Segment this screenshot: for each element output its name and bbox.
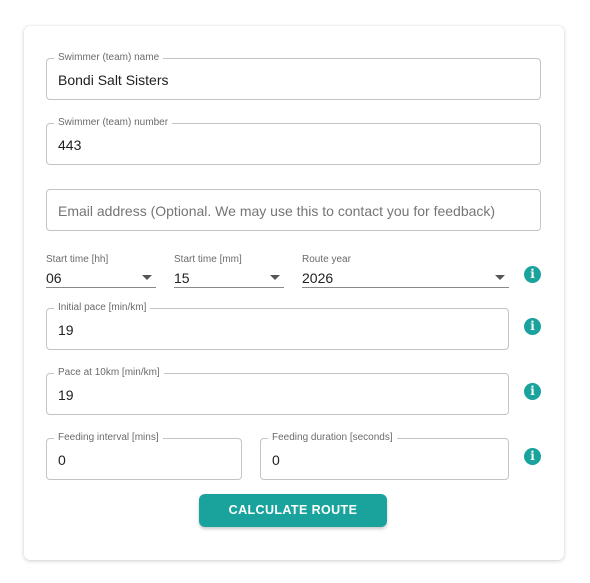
feeding-duration-value[interactable]: 0 — [272, 451, 280, 469]
route-year-select[interactable]: Route year 2026 — [302, 254, 509, 288]
info-icon[interactable]: i — [524, 318, 541, 335]
feeding-duration-field[interactable]: Feeding duration [seconds] 0 — [260, 432, 509, 480]
email-placeholder[interactable]: Email address (Optional. We may use this… — [58, 202, 495, 220]
initial-pace-field[interactable]: Initial pace [min/km] 19 — [46, 302, 509, 350]
route-year-value: 2026 — [302, 270, 334, 286]
chevron-down-icon[interactable] — [270, 275, 280, 280]
feeding-interval-value[interactable]: 0 — [58, 451, 66, 469]
chevron-down-icon[interactable] — [142, 275, 152, 280]
start-minute-select[interactable]: Start time [mm] 15 — [174, 254, 284, 288]
info-icon[interactable]: i — [524, 448, 541, 465]
swimmer-name-value[interactable]: Bondi Salt Sisters — [58, 71, 169, 89]
start-hour-select[interactable]: Start time [hh] 06 — [46, 254, 156, 288]
swimmer-name-field[interactable]: Swimmer (team) name Bondi Salt Sisters — [46, 52, 541, 100]
info-icon[interactable]: i — [524, 266, 541, 283]
swimmer-number-field[interactable]: Swimmer (team) number 443 — [46, 117, 541, 165]
calculate-route-button[interactable]: CALCULATE ROUTE — [199, 494, 387, 527]
email-field[interactable]: Email address (Optional. We may use this… — [46, 189, 541, 231]
pace-10km-label: Pace at 10km [min/km] — [54, 367, 164, 379]
swimmer-number-label: Swimmer (team) number — [54, 117, 173, 129]
initial-pace-value[interactable]: 19 — [58, 321, 74, 339]
feeding-interval-label: Feeding interval [mins] — [54, 432, 163, 444]
start-minute-label: Start time [mm] — [174, 254, 242, 265]
initial-pace-label: Initial pace [min/km] — [54, 302, 151, 314]
pace-10km-field[interactable]: Pace at 10km [min/km] 19 — [46, 367, 509, 415]
info-icon[interactable]: i — [524, 383, 541, 400]
start-minute-value: 15 — [174, 270, 190, 286]
route-year-label: Route year — [302, 254, 351, 265]
swimmer-number-value[interactable]: 443 — [58, 136, 81, 154]
chevron-down-icon[interactable] — [495, 275, 505, 280]
start-hour-label: Start time [hh] — [46, 254, 109, 265]
feeding-interval-field[interactable]: Feeding interval [mins] 0 — [46, 432, 242, 480]
feeding-duration-label: Feeding duration [seconds] — [268, 432, 397, 444]
swimmer-name-label: Swimmer (team) name — [54, 52, 164, 64]
pace-10km-value[interactable]: 19 — [58, 386, 74, 404]
start-hour-value: 06 — [46, 270, 62, 286]
